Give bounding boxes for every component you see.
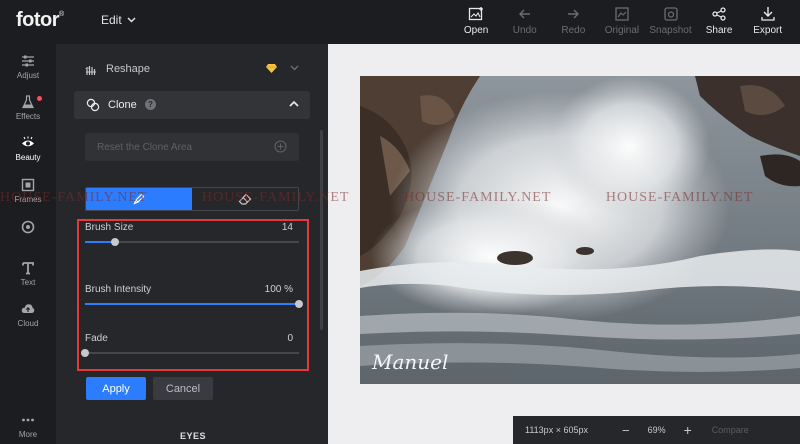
photographer-signature: Manuel <box>372 350 449 374</box>
undo-button[interactable]: Undo <box>500 6 549 40</box>
flask-icon <box>22 95 34 109</box>
apply-button[interactable]: Apply <box>86 377 146 400</box>
sidebar-item-beauty[interactable]: Beauty <box>0 136 56 176</box>
target-plus-icon <box>274 140 287 153</box>
reset-clone-area-button[interactable]: Reset the Clone Area <box>85 133 299 161</box>
sidebar-item-effects[interactable]: Effects <box>0 95 56 135</box>
sidebar-item-text[interactable]: Text <box>0 261 56 301</box>
share-icon <box>712 7 726 21</box>
sidebar-item-cloud[interactable]: Cloud <box>0 302 56 342</box>
annotation-highlight-box <box>77 219 309 371</box>
open-image-icon <box>468 7 484 21</box>
eyes-section-title[interactable]: EYES <box>180 431 206 441</box>
clone-panel: Reshape Clone ? Reset the Clone Area Bru… <box>56 44 328 444</box>
status-bar: 1113px × 605px − 69% + Compare <box>513 416 800 444</box>
redo-arrow-icon <box>568 9 580 19</box>
reshape-hand-icon <box>85 66 96 75</box>
snapshot-icon <box>663 7 678 21</box>
zoom-level: 69% <box>647 425 666 435</box>
clone-title: Clone <box>108 99 137 111</box>
compare-button[interactable]: Compare <box>712 425 749 435</box>
clone-stamp-icon <box>86 98 100 112</box>
eraser-icon <box>238 193 252 205</box>
edit-menu[interactable]: Edit <box>101 13 136 27</box>
chevron-down-icon[interactable] <box>290 65 299 71</box>
top-bar: fotor® Edit Open Undo Redo Original Snap… <box>0 0 800 44</box>
left-rail: Adjust Effects Beauty Frames Text Cloud … <box>0 44 56 444</box>
cloud-upload-icon <box>21 304 35 313</box>
wave-photo-illustration <box>360 76 800 384</box>
fotor-logo[interactable]: fotor® <box>16 9 64 32</box>
sidebar-item-adjust[interactable]: Adjust <box>0 54 56 94</box>
canvas-area: Manuel <box>328 44 800 444</box>
eraser-mode-button[interactable] <box>192 188 298 210</box>
cancel-button[interactable]: Cancel <box>153 377 213 400</box>
zoom-out-button[interactable]: − <box>622 423 630 438</box>
brush-icon <box>133 193 145 205</box>
text-icon <box>22 262 34 275</box>
original-image-icon <box>615 7 629 21</box>
reshape-section-toggle[interactable]: Reshape <box>84 62 150 76</box>
edited-photo[interactable]: Manuel <box>360 76 800 384</box>
original-button[interactable]: Original <box>598 6 647 40</box>
snapshot-button[interactable]: Snapshot <box>646 6 695 40</box>
sliders-icon <box>22 55 34 67</box>
redo-button[interactable]: Redo <box>549 6 598 40</box>
clone-section-header[interactable]: Clone ? <box>74 91 310 119</box>
image-dimensions: 1113px × 605px <box>525 425 588 435</box>
sidebar-item-more[interactable]: More <box>0 413 56 444</box>
chevron-down-icon <box>127 17 136 23</box>
export-button[interactable]: Export <box>743 6 792 40</box>
frame-icon <box>21 178 35 192</box>
sidebar-item-frames[interactable]: Frames <box>0 178 56 218</box>
more-dots-icon <box>22 418 34 422</box>
premium-gem-icon <box>266 64 277 73</box>
panel-scrollbar[interactable] <box>320 130 323 330</box>
open-button[interactable]: Open <box>452 6 501 40</box>
share-button[interactable]: Share <box>695 6 744 40</box>
zoom-in-button[interactable]: + <box>684 422 692 438</box>
download-icon <box>761 7 775 21</box>
undo-arrow-icon <box>518 9 530 19</box>
sidebar-item-sticker[interactable] <box>0 220 56 260</box>
sticker-icon <box>21 220 35 234</box>
brush-mode-button[interactable] <box>86 188 192 210</box>
eye-icon <box>22 136 34 147</box>
help-icon[interactable]: ? <box>145 99 156 110</box>
notification-dot <box>37 96 42 101</box>
brush-mode-toggle <box>85 187 299 211</box>
chevron-up-icon[interactable] <box>289 100 299 107</box>
